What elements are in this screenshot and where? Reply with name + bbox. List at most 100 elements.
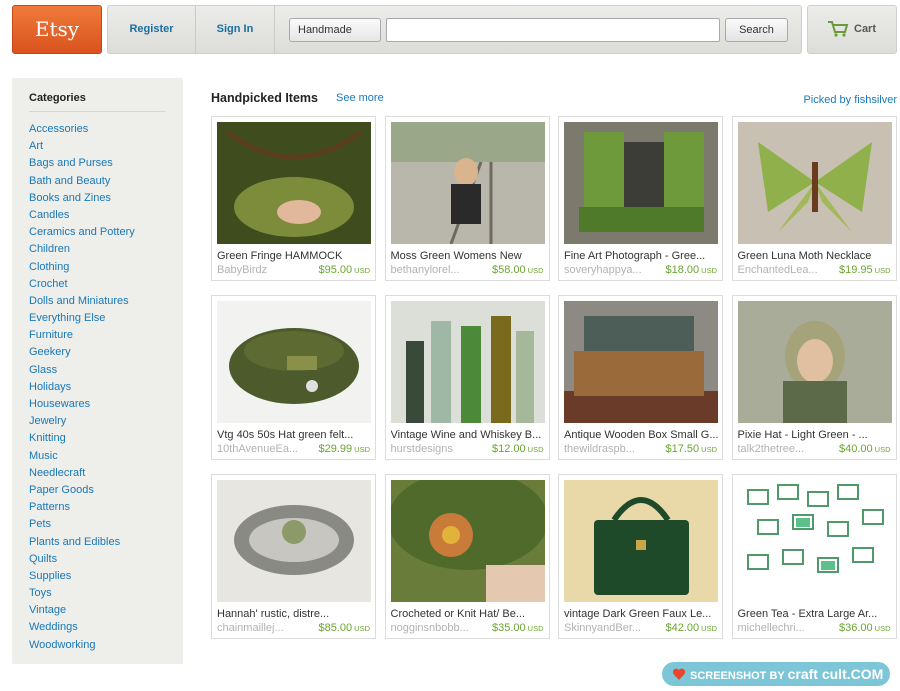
item-title[interactable]: Vtg 40s 50s Hat green felt...	[217, 429, 371, 441]
item-card[interactable]: Crocheted or Knit Hat/ Be... nogginsnbobb…	[384, 474, 550, 639]
item-price: $29.99 USD	[319, 443, 371, 455]
item-shop[interactable]: SkinnyandBer...	[564, 622, 654, 634]
category-link[interactable]: Children	[29, 242, 135, 259]
register-link[interactable]: Register	[108, 6, 196, 53]
etsy-logo[interactable]: Etsy	[12, 5, 102, 54]
item-price-value: $29.99	[318, 443, 353, 455]
category-link[interactable]: Jewelry	[29, 414, 135, 431]
category-link[interactable]: Music	[29, 449, 135, 466]
category-link[interactable]: Needlecraft	[29, 466, 135, 483]
item-card[interactable]: Antique Wooden Box Small G... thewildrasp…	[558, 295, 723, 460]
item-shop[interactable]: EnchantedLea...	[738, 264, 828, 276]
categories-heading: Categories	[29, 92, 86, 104]
item-shop[interactable]: thewildraspb...	[564, 443, 654, 455]
item-thumbnail[interactable]	[217, 122, 371, 244]
item-shop[interactable]: hurstdesigns	[391, 443, 481, 455]
item-thumbnail[interactable]	[217, 480, 371, 602]
search-input[interactable]	[386, 18, 720, 42]
shop-type-select[interactable]: Handmade	[289, 18, 381, 42]
item-title[interactable]: Vintage Wine and Whiskey B...	[391, 429, 545, 441]
category-link[interactable]: Candles	[29, 208, 135, 225]
category-link[interactable]: Ceramics and Pottery	[29, 225, 135, 242]
category-link[interactable]: Holidays	[29, 380, 135, 397]
item-thumbnail[interactable]	[564, 301, 718, 423]
item-card[interactable]: Vtg 40s 50s Hat green felt... 10thAvenueE…	[211, 295, 376, 460]
item-card[interactable]: Vintage Wine and Whiskey B... hurstdesign…	[384, 295, 550, 460]
item-price: $36.00 USD	[839, 622, 891, 634]
cart-button[interactable]: Cart	[807, 5, 897, 54]
category-link[interactable]: Clothing	[29, 260, 135, 277]
item-price: $40.00 USD	[839, 443, 891, 455]
item-card[interactable]: Fine Art Photograph - Gree... soveryhappy…	[558, 116, 723, 281]
category-link[interactable]: Everything Else	[29, 311, 135, 328]
category-link[interactable]: Plants and Edibles	[29, 535, 135, 552]
item-shop[interactable]: BabyBirdz	[217, 264, 307, 276]
item-thumbnail[interactable]	[737, 122, 892, 244]
item-title[interactable]: Green Fringe HAMMOCK	[217, 250, 371, 262]
category-link[interactable]: Weddings	[29, 620, 135, 637]
item-thumbnail[interactable]	[390, 480, 545, 602]
category-link[interactable]: Bags and Purses	[29, 156, 135, 173]
item-shop[interactable]: talk2thetree...	[738, 443, 828, 455]
search-button[interactable]: Search	[725, 18, 788, 42]
item-price-value: $36.00	[839, 622, 873, 634]
item-price: $35.00 USD	[492, 622, 544, 634]
item-thumbnail[interactable]	[390, 122, 545, 244]
item-card[interactable]: Green Fringe HAMMOCK BabyBirdz $95.00 USD	[211, 116, 376, 281]
item-shop[interactable]: chainmaillej...	[217, 622, 307, 634]
item-price: $12.00 USD	[492, 443, 544, 455]
item-thumbnail[interactable]	[737, 480, 892, 602]
item-price-value: $58.00	[492, 264, 526, 276]
category-link[interactable]: Patterns	[29, 500, 135, 517]
category-link[interactable]: Housewares	[29, 397, 135, 414]
item-title[interactable]: Green Tea - Extra Large Ar...	[738, 608, 892, 620]
cart-icon	[828, 21, 849, 37]
item-title[interactable]: Crocheted or Knit Hat/ Be...	[391, 608, 545, 620]
item-title[interactable]: vintage Dark Green Faux Le...	[564, 608, 718, 620]
item-shop[interactable]: bethanylorel...	[391, 264, 481, 276]
item-currency: USD	[701, 266, 717, 275]
item-shop[interactable]: 10thAvenueEa...	[217, 443, 307, 455]
category-link[interactable]: Pets	[29, 517, 135, 534]
item-thumbnail[interactable]	[390, 301, 545, 423]
category-link[interactable]: Paper Goods	[29, 483, 135, 500]
item-shop[interactable]: soveryhappya...	[564, 264, 654, 276]
category-link[interactable]: Books and Zines	[29, 191, 135, 208]
item-card[interactable]: vintage Dark Green Faux Le... SkinnyandBe…	[558, 474, 723, 639]
category-link[interactable]: Crochet	[29, 277, 135, 294]
item-title[interactable]: Hannah' rustic, distre...	[217, 608, 371, 620]
category-link[interactable]: Vintage	[29, 603, 135, 620]
item-thumbnail[interactable]	[564, 122, 718, 244]
sign-in-link[interactable]: Sign In	[196, 6, 275, 53]
category-link[interactable]: Accessories	[29, 122, 135, 139]
category-link[interactable]: Woodworking	[29, 638, 135, 655]
category-link[interactable]: Bath and Beauty	[29, 174, 135, 191]
item-thumbnail[interactable]	[564, 480, 718, 602]
category-link[interactable]: Glass	[29, 363, 135, 380]
category-link[interactable]: Dolls and Miniatures	[29, 294, 135, 311]
item-price-value: $19.95	[839, 264, 873, 276]
item-thumbnail[interactable]	[217, 301, 371, 423]
category-link[interactable]: Supplies	[29, 569, 135, 586]
item-card[interactable]: Green Luna Moth Necklace EnchantedLea... $…	[731, 116, 897, 281]
category-link[interactable]: Quilts	[29, 552, 135, 569]
item-thumbnail[interactable]	[737, 301, 892, 423]
item-title[interactable]: Moss Green Womens New	[391, 250, 545, 262]
item-card[interactable]: Pixie Hat - Light Green - ... talk2thetre…	[731, 295, 897, 460]
category-link[interactable]: Knitting	[29, 431, 135, 448]
item-title[interactable]: Pixie Hat - Light Green - ...	[738, 429, 892, 441]
item-card[interactable]: Hannah' rustic, distre... chainmaillej...…	[211, 474, 376, 639]
item-title[interactable]: Antique Wooden Box Small G...	[564, 429, 718, 441]
category-link[interactable]: Toys	[29, 586, 135, 603]
item-shop[interactable]: nogginsnbobb...	[391, 622, 481, 634]
item-card[interactable]: Green Tea - Extra Large Ar... michellechr…	[731, 474, 897, 639]
category-link[interactable]: Art	[29, 139, 135, 156]
category-link[interactable]: Geekery	[29, 345, 135, 362]
item-shop[interactable]: michellechri...	[738, 622, 828, 634]
category-link[interactable]: Furniture	[29, 328, 135, 345]
item-title[interactable]: Green Luna Moth Necklace	[738, 250, 892, 262]
see-more-link[interactable]: See more	[336, 92, 384, 104]
picked-by-link[interactable]: Picked by fishsilver	[803, 94, 897, 106]
item-title[interactable]: Fine Art Photograph - Gree...	[564, 250, 718, 262]
item-card[interactable]: Moss Green Womens New bethanylorel... $58.…	[384, 116, 550, 281]
